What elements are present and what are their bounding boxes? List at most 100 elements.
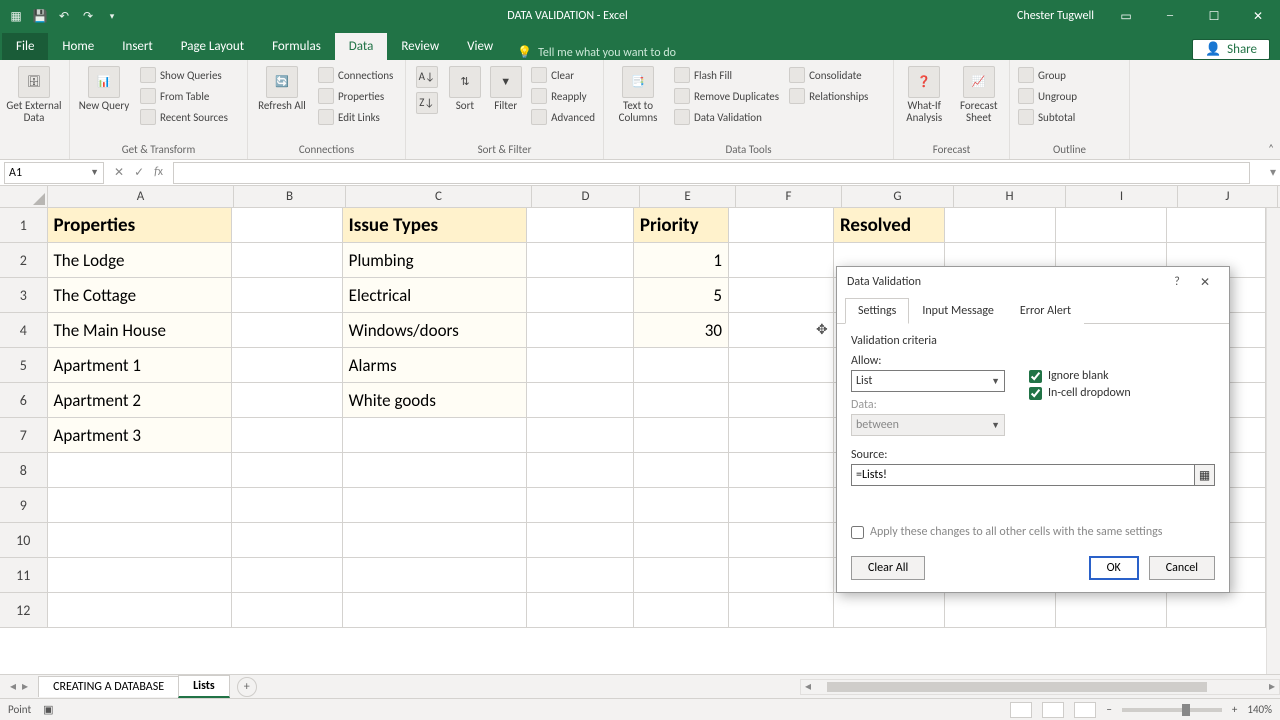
cell[interactable] <box>945 593 1056 628</box>
cell[interactable] <box>729 383 834 418</box>
macro-record-icon[interactable]: ▣ <box>43 703 53 716</box>
tab-settings[interactable]: Settings <box>845 298 909 324</box>
cell[interactable] <box>48 488 232 523</box>
row-header[interactable]: 2 <box>0 243 48 278</box>
cell[interactable] <box>527 313 634 348</box>
cell[interactable] <box>945 208 1056 243</box>
cell[interactable]: Apartment 2 <box>48 383 232 418</box>
sheet-nav-first-icon[interactable]: ◂ <box>10 679 16 694</box>
cell[interactable] <box>1167 208 1266 243</box>
show-queries-button[interactable]: Show Queries <box>138 66 230 84</box>
cell[interactable] <box>232 418 343 453</box>
cell[interactable]: Resolved <box>834 208 945 243</box>
select-all-corner[interactable] <box>0 186 48 207</box>
name-box-input[interactable] <box>9 166 79 180</box>
cell[interactable] <box>527 348 634 383</box>
cell[interactable] <box>729 208 834 243</box>
expand-formula-icon[interactable]: ▾ <box>1266 165 1280 180</box>
cell[interactable]: Windows/doors <box>343 313 527 348</box>
tab-view[interactable]: View <box>453 33 507 60</box>
allow-select[interactable]: List▼ <box>851 370 1005 392</box>
cell[interactable]: Electrical <box>343 278 527 313</box>
cell[interactable] <box>232 243 343 278</box>
zoom-in-icon[interactable]: + <box>1232 703 1237 716</box>
ungroup-button[interactable]: Ungroup <box>1016 87 1079 105</box>
page-layout-view-icon[interactable] <box>1042 702 1064 718</box>
zoom-thumb[interactable] <box>1182 704 1190 716</box>
tab-home[interactable]: Home <box>48 33 108 60</box>
cell[interactable] <box>232 348 343 383</box>
row-header[interactable]: 8 <box>0 453 48 488</box>
tab-review[interactable]: Review <box>387 33 453 60</box>
fx-icon[interactable]: fx <box>154 165 163 180</box>
recent-sources-button[interactable]: Recent Sources <box>138 108 230 126</box>
edit-links-button[interactable]: Edit Links <box>316 108 395 126</box>
tab-input-message[interactable]: Input Message <box>909 298 1007 324</box>
cell[interactable]: The Main House <box>48 313 232 348</box>
tell-me[interactable]: 💡 Tell me what you want to do <box>517 45 676 60</box>
cell[interactable] <box>729 593 834 628</box>
tab-data[interactable]: Data <box>335 33 388 60</box>
sheet-tab-active[interactable]: Lists <box>178 675 230 698</box>
properties-button[interactable]: Properties <box>316 87 395 105</box>
cell[interactable]: Priority <box>634 208 729 243</box>
vertical-scrollbar[interactable] <box>1266 208 1280 674</box>
maximize-icon[interactable]: ☐ <box>1192 0 1236 32</box>
cell[interactable] <box>729 488 834 523</box>
cell[interactable] <box>527 593 634 628</box>
cancel-button[interactable]: Cancel <box>1149 556 1215 580</box>
row-header[interactable]: 11 <box>0 558 48 593</box>
cell[interactable] <box>634 523 729 558</box>
col-header[interactable]: D <box>532 186 640 207</box>
cell[interactable] <box>729 418 834 453</box>
col-header[interactable]: E <box>640 186 736 207</box>
cell[interactable] <box>232 453 343 488</box>
cell[interactable] <box>48 523 232 558</box>
add-sheet-icon[interactable]: + <box>237 677 257 697</box>
cell[interactable] <box>1056 208 1167 243</box>
cell[interactable] <box>527 558 634 593</box>
col-header[interactable]: I <box>1066 186 1178 207</box>
cell[interactable] <box>48 453 232 488</box>
col-header[interactable]: J <box>1178 186 1278 207</box>
ok-button[interactable]: OK <box>1089 556 1139 580</box>
tab-insert[interactable]: Insert <box>108 33 167 60</box>
clear-button[interactable]: Clear <box>529 66 597 84</box>
col-header[interactable]: B <box>234 186 346 207</box>
redo-icon[interactable]: ↷ <box>80 8 96 24</box>
normal-view-icon[interactable] <box>1010 702 1032 718</box>
cell[interactable]: 1 <box>634 243 729 278</box>
col-header[interactable]: G <box>842 186 954 207</box>
row-header[interactable]: 3 <box>0 278 48 313</box>
zoom-level[interactable]: 140% <box>1247 703 1272 716</box>
cell[interactable]: The Lodge <box>48 243 232 278</box>
horizontal-scrollbar[interactable]: ◂ ▸ <box>800 679 1280 695</box>
save-icon[interactable]: 💾 <box>32 8 48 24</box>
cell[interactable]: 30 <box>634 313 729 348</box>
cell[interactable] <box>232 488 343 523</box>
cell[interactable] <box>232 558 343 593</box>
cell[interactable] <box>527 243 634 278</box>
data-validation-button[interactable]: Data Validation <box>672 108 781 126</box>
cell[interactable] <box>343 593 527 628</box>
cell[interactable] <box>232 313 343 348</box>
cell[interactable] <box>48 593 232 628</box>
cell[interactable] <box>527 208 634 243</box>
scrollbar-thumb[interactable] <box>827 682 1207 692</box>
cell[interactable] <box>527 278 634 313</box>
cell[interactable] <box>527 523 634 558</box>
cell[interactable] <box>634 383 729 418</box>
col-header[interactable]: C <box>346 186 532 207</box>
cell[interactable] <box>343 488 527 523</box>
collapse-ribbon-icon[interactable]: ˄ <box>1268 142 1274 155</box>
row-header[interactable]: 5 <box>0 348 48 383</box>
group-button[interactable]: Group <box>1016 66 1079 84</box>
undo-icon[interactable]: ↶ <box>56 8 72 24</box>
consolidate-button[interactable]: Consolidate <box>787 66 870 84</box>
user-name[interactable]: Chester Tugwell <box>1007 9 1104 23</box>
row-header[interactable]: 12 <box>0 593 48 628</box>
cell[interactable] <box>343 523 527 558</box>
flash-fill-button[interactable]: Flash Fill <box>672 66 781 84</box>
cell[interactable] <box>729 523 834 558</box>
forecast-sheet-button[interactable]: 📈Forecast Sheet <box>955 62 1004 124</box>
